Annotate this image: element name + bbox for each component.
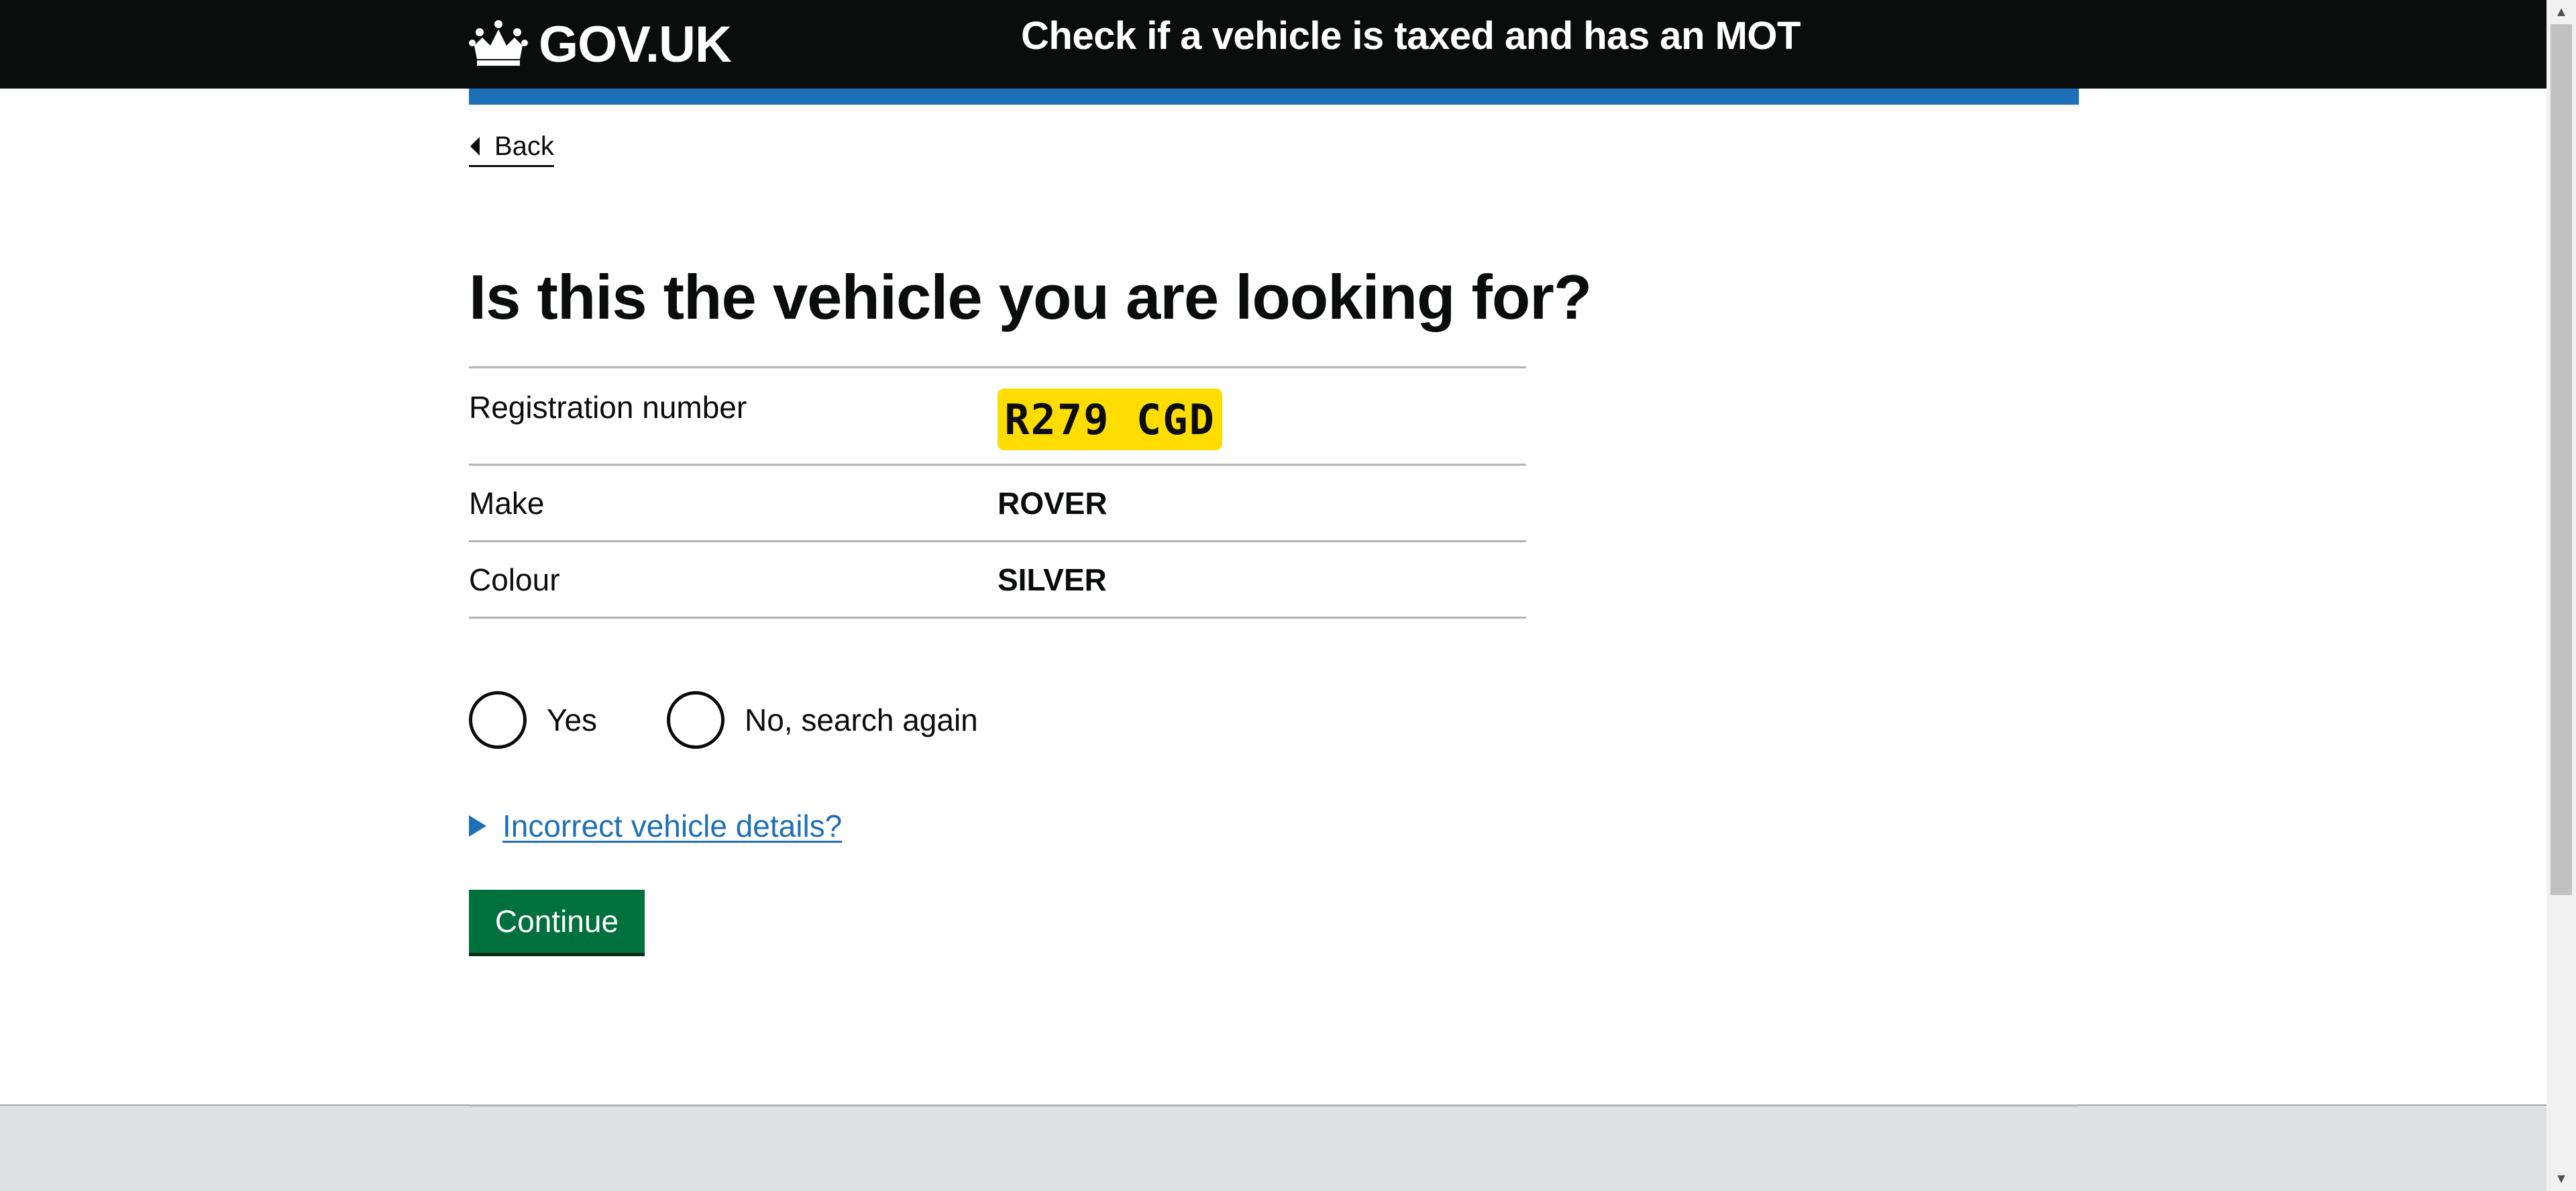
summary-row-registration: Registration number R279 CGD <box>469 368 1526 466</box>
page-title: Is this the vehicle you are looking for? <box>469 262 1592 332</box>
continue-button[interactable]: Continue <box>469 890 645 953</box>
make-value: ROVER <box>998 486 1108 521</box>
scroll-down-arrow-icon[interactable]: ▼ <box>2546 1167 2576 1191</box>
radio-yes-label[interactable]: Yes <box>547 700 597 740</box>
radio-no-search-again[interactable]: No, search again <box>667 691 978 749</box>
footer-divider <box>469 1104 2079 1106</box>
triangle-left-icon <box>470 137 480 156</box>
vehicle-summary-list: Registration number R279 CGD Make ROVER … <box>469 366 1526 619</box>
back-link-label: Back <box>494 132 554 161</box>
number-plate: R279 CGD <box>998 389 1222 450</box>
crown-icon <box>469 19 528 70</box>
site-footer <box>0 1104 2546 1191</box>
scroll-thumb[interactable] <box>2551 24 2572 895</box>
logo-text: GOV.UK <box>539 15 732 73</box>
colour-label: Colour <box>469 562 560 597</box>
radio-no-circle[interactable] <box>667 691 724 749</box>
site-header: GOV.UK Check if a vehicle is taxed and h… <box>0 0 2546 89</box>
colour-value: SILVER <box>998 562 1107 597</box>
header-blue-bar <box>469 89 2079 105</box>
back-link[interactable]: Back <box>469 129 554 167</box>
incorrect-details-toggle[interactable]: Incorrect vehicle details? <box>469 805 842 847</box>
radio-no-label[interactable]: No, search again <box>745 700 978 740</box>
radio-yes[interactable]: Yes <box>469 691 597 749</box>
scroll-up-arrow-icon[interactable]: ▲ <box>2546 0 2576 24</box>
service-name-link[interactable]: Check if a vehicle is taxed and has an M… <box>1021 9 1801 63</box>
registration-label: Registration number <box>469 390 747 425</box>
summary-row-make: Make ROVER <box>469 466 1526 542</box>
triangle-right-icon <box>469 815 486 837</box>
summary-row-colour: Colour SILVER <box>469 542 1526 619</box>
radio-yes-circle[interactable] <box>469 691 527 749</box>
page-scrollbar[interactable]: ▲ ▼ <box>2546 0 2576 1191</box>
incorrect-details-link[interactable]: Incorrect vehicle details? <box>502 805 842 847</box>
make-label: Make <box>469 486 545 521</box>
govuk-logo-link[interactable]: GOV.UK <box>469 15 732 73</box>
